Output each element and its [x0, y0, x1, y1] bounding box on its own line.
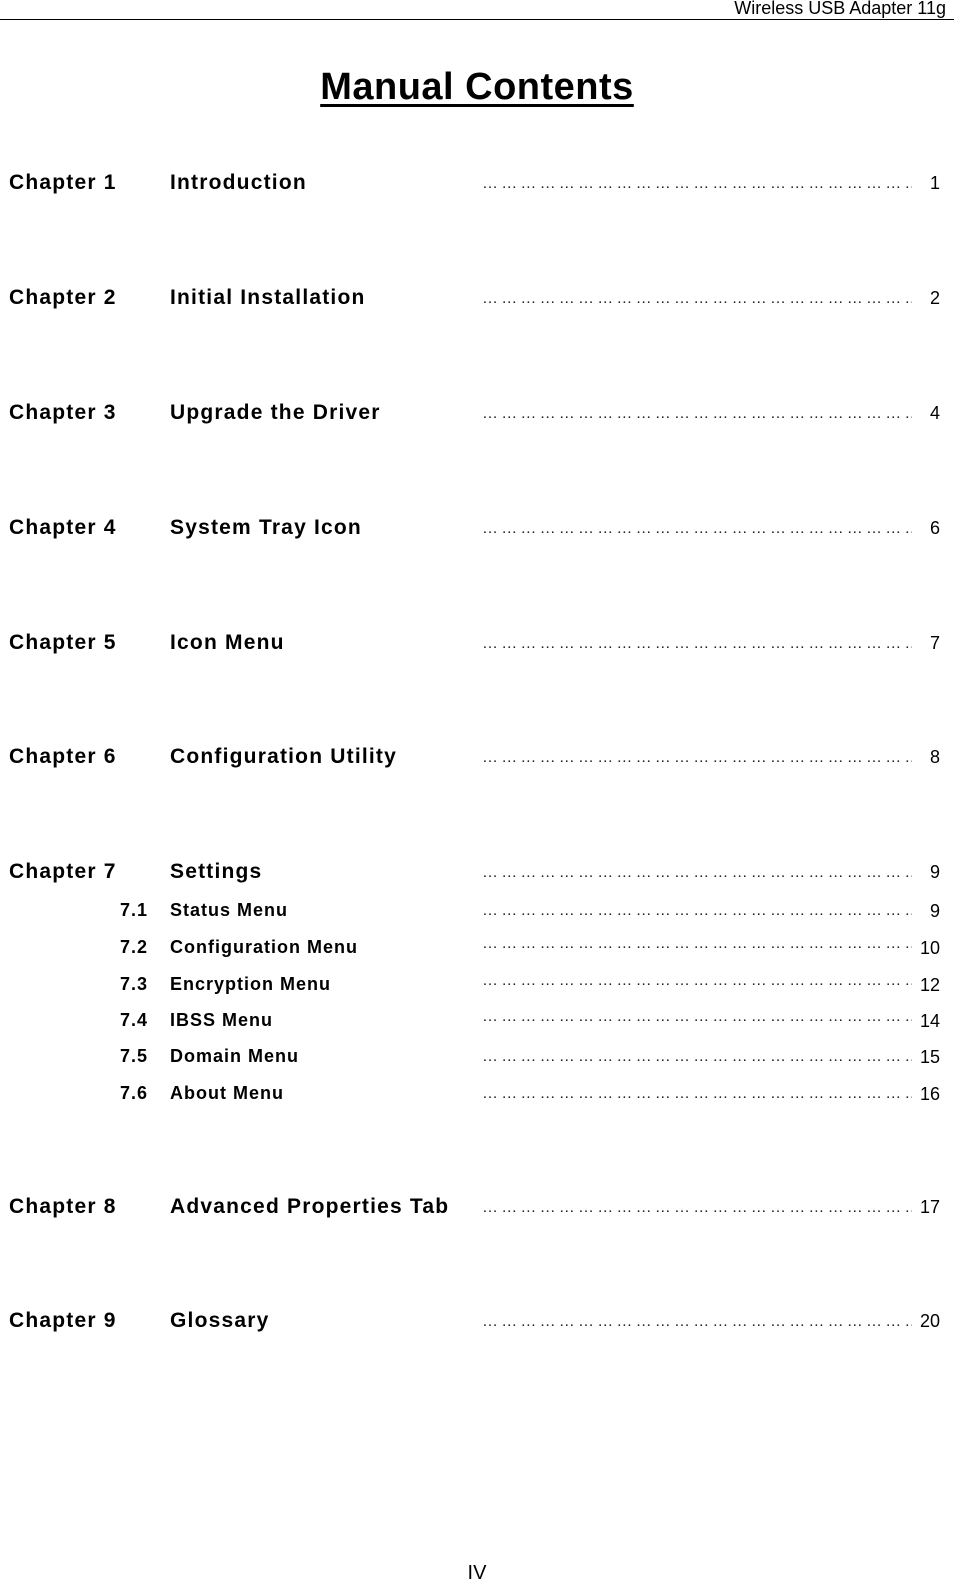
toc-entry-chapter-3[interactable]: Chapter 3 Upgrade the Driver ……………………………… [0, 401, 954, 431]
chapter-label: Chapter 7 [9, 860, 117, 883]
dot-leader: …………………………………………………………………………… [482, 1199, 912, 1216]
chapter-title[interactable]: Glossary [170, 1309, 270, 1333]
footer-page-number: IV [467, 1562, 487, 1584]
page-number[interactable]: 7 [930, 633, 940, 654]
dot-leader: …………………………………………………………………………… [482, 1313, 912, 1330]
dot-leader: …………………………………………………………………………… [482, 902, 912, 919]
section-title[interactable]: Domain Menu [170, 1046, 299, 1067]
toc-entry-chapter-5[interactable]: Chapter 5 Icon Menu ……………………………………………………… [0, 631, 954, 661]
dot-leader: …………………………………………………………………………… [482, 405, 912, 422]
chapter-title[interactable]: Settings [170, 860, 262, 884]
dot-leader: …………………………………………………………………………… [482, 1085, 912, 1102]
chapter-label: Chapter 5 [9, 631, 117, 654]
section-number: 7.2 [120, 937, 149, 957]
page-number[interactable]: 10 [920, 938, 940, 959]
chapter-label: Chapter 1 [9, 171, 117, 194]
chapter-title[interactable]: Introduction [170, 171, 307, 195]
page-number[interactable]: 9 [930, 862, 940, 883]
page-number[interactable]: 6 [930, 518, 940, 539]
toc-entry-section-7-1[interactable]: 7.1 Status Menu ………………………………………………………………… [0, 900, 954, 930]
toc-entry-chapter-7[interactable]: Chapter 7 Settings ………………………………………………………… [0, 860, 954, 890]
chapter-label: Chapter 8 [9, 1195, 117, 1218]
page-number[interactable]: 20 [920, 1311, 940, 1332]
page-footer: IV [0, 1562, 954, 1585]
toc-entry-chapter-8[interactable]: Chapter 8 Advanced Properties Tab ………………… [0, 1195, 954, 1225]
dot-leader: …………………………………………………………………………… [482, 1048, 912, 1065]
page-number[interactable]: 9 [930, 901, 940, 922]
page-number[interactable]: 14 [920, 1011, 940, 1032]
toc-entry-chapter-6[interactable]: Chapter 6 Configuration Utility ……………………… [0, 745, 954, 775]
chapter-title[interactable]: Icon Menu [170, 631, 285, 655]
chapter-label: Chapter 4 [9, 516, 117, 539]
section-title[interactable]: Status Menu [170, 900, 288, 921]
toc-entry-chapter-2[interactable]: Chapter 2 Initial Installation ………………………… [0, 286, 954, 316]
dot-leader: …………………………………………………………………………… [482, 1008, 912, 1025]
page-number[interactable]: 16 [920, 1084, 940, 1105]
section-number: 7.3 [120, 974, 149, 994]
header-title: Wireless USB Adapter 11g [734, 0, 946, 18]
toc-entry-section-7-4[interactable]: 7.4 IBSS Menu ……………………………………………………………………… [0, 1008, 954, 1040]
section-number: 7.1 [120, 900, 149, 920]
page-number[interactable]: 1 [930, 173, 940, 194]
chapter-title[interactable]: Upgrade the Driver [170, 401, 381, 425]
running-header: Wireless USB Adapter 11g [0, 0, 954, 20]
chapter-label: Chapter 2 [9, 286, 117, 309]
dot-leader: …………………………………………………………………………… [482, 520, 912, 537]
dot-leader: …………………………………………………………………………… [482, 749, 912, 766]
dot-leader: …………………………………………………………………………… [482, 935, 912, 952]
toc-entry-chapter-4[interactable]: Chapter 4 System Tray Icon …………………………………… [0, 516, 954, 546]
section-number: 7.6 [120, 1083, 149, 1103]
dot-leader: …………………………………………………………………………… [482, 290, 912, 307]
toc-entry-chapter-9[interactable]: Chapter 9 Glossary ………………………………………………………… [0, 1309, 954, 1339]
page-number[interactable]: 4 [930, 403, 940, 424]
chapter-title[interactable]: System Tray Icon [170, 516, 362, 540]
section-title[interactable]: Configuration Menu [170, 937, 358, 958]
toc-entry-section-7-2[interactable]: 7.2 Configuration Menu ……………………………………………… [0, 935, 954, 967]
dot-leader: …………………………………………………………………………… [482, 175, 912, 192]
chapter-title[interactable]: Configuration Utility [170, 745, 397, 769]
page-title: Manual Contents [320, 66, 634, 108]
chapter-label: Chapter 6 [9, 745, 117, 768]
toc-entry-section-7-3[interactable]: 7.3 Encryption Menu ……………………………………………………… [0, 972, 954, 1004]
dot-leader: …………………………………………………………………………… [482, 972, 912, 989]
dot-leader: …………………………………………………………………………… [482, 635, 912, 652]
section-title[interactable]: Encryption Menu [170, 974, 331, 995]
page-number[interactable]: 2 [930, 288, 940, 309]
page-number[interactable]: 8 [930, 747, 940, 768]
section-title[interactable]: About Menu [170, 1083, 284, 1104]
dot-leader: …………………………………………………………………………… [482, 864, 912, 881]
section-number: 7.4 [120, 1010, 149, 1030]
page-number[interactable]: 17 [920, 1197, 940, 1218]
toc-entry-section-7-6[interactable]: 7.6 About Menu …………………………………………………………………… [0, 1083, 954, 1113]
page-number[interactable]: 12 [920, 975, 940, 996]
chapter-title[interactable]: Initial Installation [170, 286, 366, 310]
toc-entry-chapter-1[interactable]: Chapter 1 Introduction ……………………………………………… [0, 171, 954, 201]
page-title-wrapper: Manual Contents [0, 66, 954, 109]
section-title[interactable]: IBSS Menu [170, 1010, 273, 1031]
chapter-title[interactable]: Advanced Properties Tab [170, 1195, 449, 1219]
chapter-label: Chapter 3 [9, 401, 117, 424]
toc-entry-section-7-5[interactable]: 7.5 Domain Menu ………………………………………………………………… [0, 1046, 954, 1076]
page-number[interactable]: 15 [920, 1047, 940, 1068]
chapter-label: Chapter 9 [9, 1309, 117, 1332]
section-number: 7.5 [120, 1046, 149, 1066]
